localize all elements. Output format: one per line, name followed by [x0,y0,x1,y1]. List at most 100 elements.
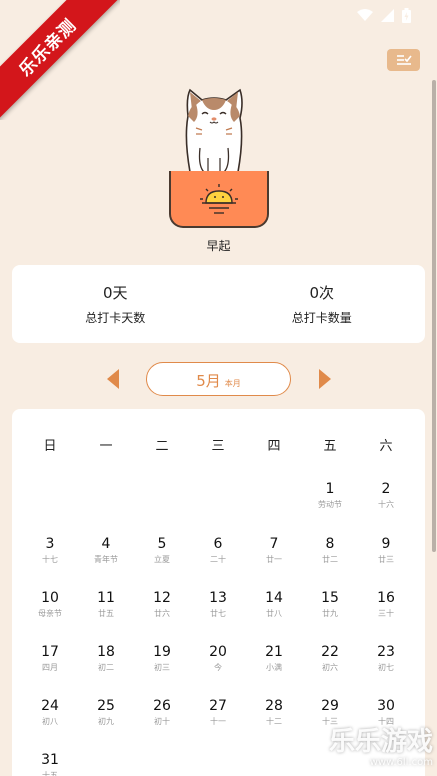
signal-icon [381,8,394,22]
day-number: 6 [213,536,223,552]
day-number: 7 [269,536,279,552]
stat-label: 总打卡数量 [291,311,352,325]
calendar-day[interactable]: 25 初九 [78,698,134,727]
day-number: 29 [321,698,339,714]
day-number: 31 [41,752,59,768]
weekday-label: 四 [267,439,281,454]
chevron-left-icon[interactable] [106,368,120,390]
weekday-label: 三 [211,439,225,454]
calendar-day[interactable]: 28 十二 [246,698,302,727]
calendar-day[interactable]: 13 廿七 [190,590,246,619]
habit-pocket[interactable] [169,171,269,228]
habit-name: 早起 [206,239,231,253]
calendar-day[interactable]: 18 初二 [78,644,134,673]
calendar-day[interactable]: 22 初六 [302,644,358,673]
day-number: 17 [41,644,59,660]
calendar-day[interactable]: 3 十七 [22,536,78,565]
month-selector[interactable]: 5月 本月 [146,362,291,396]
day-number: 13 [209,590,227,606]
day-number: 11 [97,590,115,606]
lunar-label: 母亲节 [38,609,62,618]
day-number: 10 [41,590,59,606]
lunar-label: 三十 [378,609,394,618]
calendar-day[interactable]: 5 立夏 [134,536,190,565]
calendar-day[interactable]: 31 十五 [22,752,78,776]
day-number: 5 [157,536,167,552]
lunar-label: 小满 [266,663,282,672]
calendar-day[interactable]: 10 母亲节 [22,590,78,619]
watermark-url: www.6ll.com [369,757,433,768]
lunar-label: 十四 [378,717,394,726]
day-number: 22 [321,644,339,660]
day-number: 16 [377,590,395,606]
calendar-day[interactable]: 2 十六 [358,481,414,510]
calendar-day[interactable]: 17 四月 [22,644,78,673]
calendar-day[interactable]: 21 小满 [246,644,302,673]
calendar-day[interactable]: 16 三十 [358,590,414,619]
stat-label: 总打卡天数 [85,311,146,325]
day-number: 30 [377,698,395,714]
calendar-day[interactable]: 15 廿九 [302,590,358,619]
lunar-label: 初十 [154,717,170,726]
lunar-label: 廿六 [154,609,170,618]
calendar-day[interactable]: 6 二十 [190,536,246,565]
weekday-header: 日一二三四五六 [12,435,425,455]
lunar-label: 廿三 [378,555,394,564]
calendar-day[interactable]: 23 初七 [358,644,414,673]
calendar-day[interactable]: 30 十四 [358,698,414,727]
calendar-day[interactable]: 27 十一 [190,698,246,727]
lunar-label: 初三 [154,663,170,672]
day-number: 20 [209,644,227,660]
lunar-label: 立夏 [154,555,170,564]
watermark-text: 乐乐游戏 [328,727,433,757]
lunar-label: 初二 [98,663,114,672]
lunar-label: 廿一 [266,555,282,564]
day-number: 1 [325,481,335,497]
calendar-day[interactable]: 9 廿三 [358,536,414,565]
chevron-right-icon[interactable] [318,368,332,390]
calendar-day[interactable]: 19 初三 [134,644,190,673]
lunar-label: 廿五 [98,609,114,618]
month-nav: 5月 本月 [0,362,437,396]
weekday-label: 日 [43,439,57,454]
lunar-label: 十五 [42,771,58,776]
day-number: 4 [101,536,111,552]
checklist-button[interactable] [387,49,420,71]
lunar-label: 十一 [210,717,226,726]
stat-total-days: 0天 总打卡天数 [12,265,219,343]
lunar-label: 初六 [322,663,338,672]
corner-banner: 乐乐亲测 [0,0,120,120]
day-number: 26 [153,698,171,714]
calendar-day[interactable]: 24 初八 [22,698,78,727]
calendar-day[interactable]: 8 廿二 [302,536,358,565]
banner-text: 乐乐亲测 [0,0,120,120]
lunar-label: 劳动节 [318,500,342,509]
lunar-label: 廿七 [210,609,226,618]
day-number: 2 [381,481,391,497]
month-sub-label: 本月 [224,379,241,388]
lunar-label: 二十 [210,555,226,564]
calendar-day[interactable]: 20 今 [190,644,246,673]
lunar-label: 十二 [266,717,282,726]
stats-card: 0天 总打卡天数 0次 总打卡数量 [12,265,425,343]
calendar-day[interactable]: 11 廿五 [78,590,134,619]
day-number: 18 [97,644,115,660]
calendar-day[interactable]: 7 廿一 [246,536,302,565]
calendar-day[interactable]: 4 青年节 [78,536,134,565]
calendar-day[interactable]: 1 劳动节 [302,481,358,510]
scrollbar[interactable] [432,80,436,552]
day-number: 15 [321,590,339,606]
watermark: 乐乐游戏 www.6ll.com [310,727,437,776]
lunar-label: 今 [214,663,222,672]
day-number: 25 [97,698,115,714]
lunar-label: 廿九 [322,609,338,618]
calendar-day[interactable]: 14 廿八 [246,590,302,619]
calendar-day[interactable]: 26 初十 [134,698,190,727]
lunar-label: 初九 [98,717,114,726]
stat-value: 0天 [102,284,128,302]
calendar-day[interactable]: 29 十三 [302,698,358,727]
day-number: 23 [377,644,395,660]
calendar-day[interactable]: 12 廿六 [134,590,190,619]
lunar-label: 初七 [378,663,394,672]
wifi-icon [357,8,373,21]
